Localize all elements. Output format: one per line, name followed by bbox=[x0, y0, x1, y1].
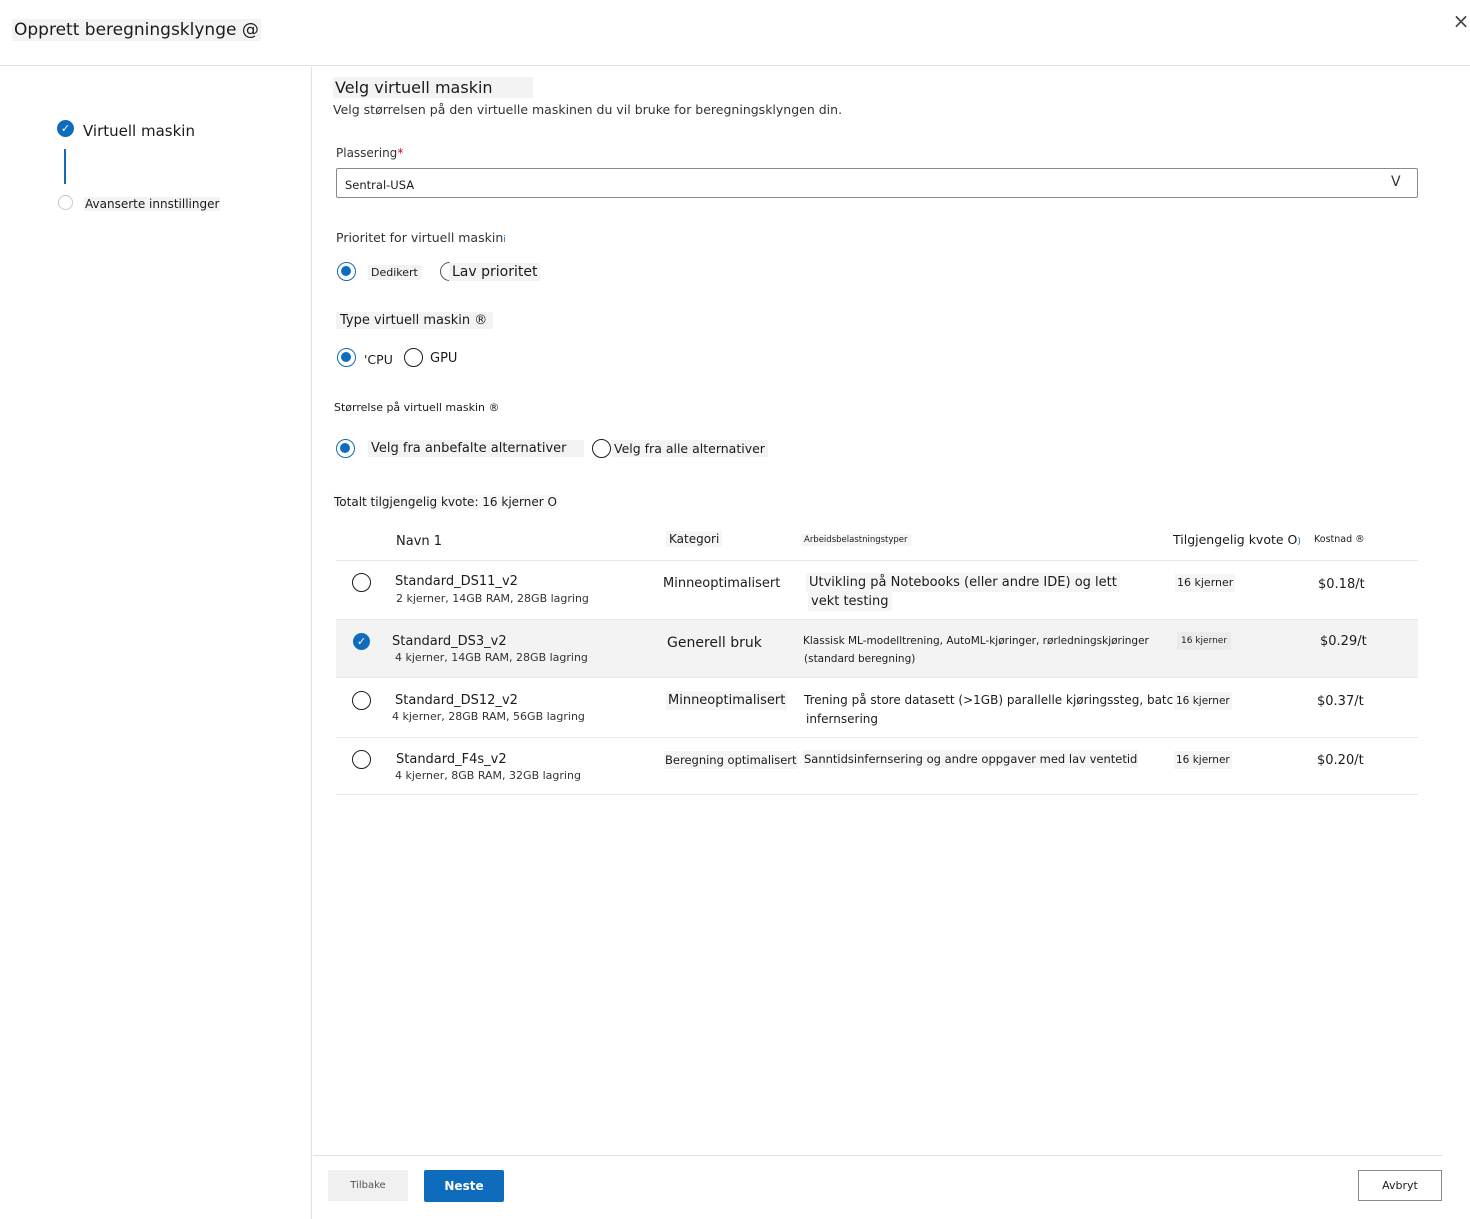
section-title: Velg virtuell maskin bbox=[333, 77, 533, 98]
table-header-divider bbox=[336, 560, 1418, 561]
priority-dedicated-radio[interactable] bbox=[337, 262, 356, 281]
footer-divider bbox=[313, 1155, 1442, 1156]
vm-cost: $0.20/t bbox=[1317, 753, 1364, 768]
priority-dedicated-label: Dedikert bbox=[368, 265, 421, 280]
quota-info-icon[interactable]: ) bbox=[1297, 537, 1301, 547]
vm-type-gpu-radio[interactable] bbox=[404, 348, 423, 367]
info-icon[interactable]: i bbox=[503, 235, 506, 245]
step-pending-circle-icon bbox=[58, 195, 73, 210]
col-header-quota[interactable]: Tilgjengelig kvote O) bbox=[1170, 531, 1304, 548]
vm-cost: $0.29/t bbox=[1320, 634, 1367, 649]
vm-cost: $0.18/t bbox=[1318, 577, 1365, 592]
vm-category: Beregning optimalisert bbox=[664, 751, 798, 769]
vm-type-cpu-radio[interactable] bbox=[337, 348, 356, 367]
required-mark: * bbox=[397, 146, 404, 160]
row-selected-check-icon[interactable]: ✓ bbox=[353, 633, 370, 650]
dialog-title: Opprett beregningsklynge @ bbox=[12, 19, 261, 41]
row-select-radio[interactable] bbox=[352, 750, 371, 769]
next-button[interactable]: Neste bbox=[424, 1170, 504, 1202]
vm-specs: 4 kjerner, 14GB RAM, 28GB lagring bbox=[395, 651, 588, 664]
vm-name: Standard_DS11_v2 bbox=[395, 574, 518, 589]
location-value: Sentral-USA bbox=[345, 178, 415, 192]
vm-type-cpu-label: 'CPU bbox=[364, 352, 393, 367]
priority-label: Prioritet for virtuell maskini bbox=[336, 230, 506, 245]
vm-quota: 16 kjerner bbox=[1177, 632, 1232, 650]
vm-workload: Sanntidsinfernsering og andre oppgaver m… bbox=[803, 750, 1139, 768]
step-progress-line bbox=[64, 149, 66, 184]
vm-category: Minneoptimalisert bbox=[666, 691, 788, 710]
cancel-button[interactable]: Avbryt bbox=[1358, 1170, 1442, 1201]
vm-category: Minneoptimalisert bbox=[663, 576, 781, 591]
col-header-cost[interactable]: Kostnad ® bbox=[1311, 533, 1368, 546]
col-header-workload[interactable]: Arbeidsbelastningstyper bbox=[801, 534, 911, 546]
close-icon[interactable]: × bbox=[1450, 10, 1470, 32]
step-advanced-settings[interactable]: Avanserte innstillinger bbox=[84, 197, 221, 211]
section-description: Velg størrelsen på den virtuelle maskine… bbox=[333, 102, 843, 117]
chevron-down-icon: V bbox=[1391, 174, 1401, 190]
vm-quota: 16 kjerner bbox=[1174, 751, 1232, 769]
vm-workload-cont: vekt testing bbox=[808, 592, 892, 611]
step-virtual-machine[interactable]: Virtuell maskin bbox=[83, 122, 195, 140]
vm-size-label: Størrelse på virtuell maskin ® bbox=[334, 401, 500, 414]
row-select-radio[interactable] bbox=[352, 573, 371, 592]
vm-cost: $0.37/t bbox=[1317, 694, 1364, 709]
row-divider bbox=[336, 794, 1418, 795]
vm-size-recommended-radio[interactable] bbox=[336, 439, 355, 458]
vm-workload: Utvikling på Notebooks (eller andre IDE)… bbox=[806, 573, 1120, 592]
vm-quota: 16 kjerner bbox=[1174, 692, 1232, 710]
vm-name: Standard_DS12_v2 bbox=[395, 693, 518, 708]
back-button[interactable]: Tilbake bbox=[328, 1170, 408, 1201]
row-divider bbox=[336, 677, 1418, 678]
location-label: Plassering* bbox=[336, 146, 404, 160]
col-header-name[interactable]: Navn 1 bbox=[393, 533, 445, 550]
dialog-header: Opprett beregningsklynge @ × bbox=[0, 0, 1470, 66]
vm-size-all-label: Velg fra alle alternativer bbox=[611, 440, 768, 457]
vm-workload: Klassisk ML-modelltrening, AutoML-kjørin… bbox=[803, 635, 1149, 647]
vm-name: Standard_DS3_v2 bbox=[392, 634, 507, 649]
vm-specs: 4 kjerner, 28GB RAM, 56GB lagring bbox=[392, 710, 585, 723]
row-divider bbox=[336, 737, 1418, 738]
vm-type-gpu-label: GPU bbox=[430, 351, 458, 366]
vm-workload: Trening på store datasett (>1GB) paralle… bbox=[804, 693, 1181, 707]
row-select-radio[interactable] bbox=[352, 691, 371, 710]
step-complete-check-icon: ✓ bbox=[57, 120, 74, 137]
vm-size-all-radio[interactable] bbox=[592, 439, 611, 458]
vm-workload-cont: infernsering bbox=[806, 712, 878, 726]
vm-specs: 4 kjerner, 8GB RAM, 32GB lagring bbox=[395, 769, 581, 782]
vm-name: Standard_F4s_v2 bbox=[396, 752, 507, 767]
total-quota-text: Totalt tilgjengelig kvote: 16 kjerner O bbox=[334, 495, 557, 509]
vm-size-recommended-label: Velg fra anbefalte alternativer bbox=[368, 440, 585, 457]
priority-low-label: Lav prioritet bbox=[449, 263, 541, 281]
vm-workload-cont: (standard beregning) bbox=[804, 653, 916, 665]
wizard-sidebar bbox=[0, 67, 312, 1219]
location-select[interactable]: Sentral-USA V bbox=[336, 168, 1418, 198]
vm-category: Generell bruk bbox=[667, 635, 762, 651]
col-header-category[interactable]: Kategori bbox=[666, 531, 723, 547]
vm-quota: 16 kjerner bbox=[1175, 574, 1236, 592]
vm-type-label: Type virtuell maskin ® bbox=[336, 312, 494, 329]
vm-specs: 2 kjerner, 14GB RAM, 28GB lagring bbox=[396, 592, 589, 605]
